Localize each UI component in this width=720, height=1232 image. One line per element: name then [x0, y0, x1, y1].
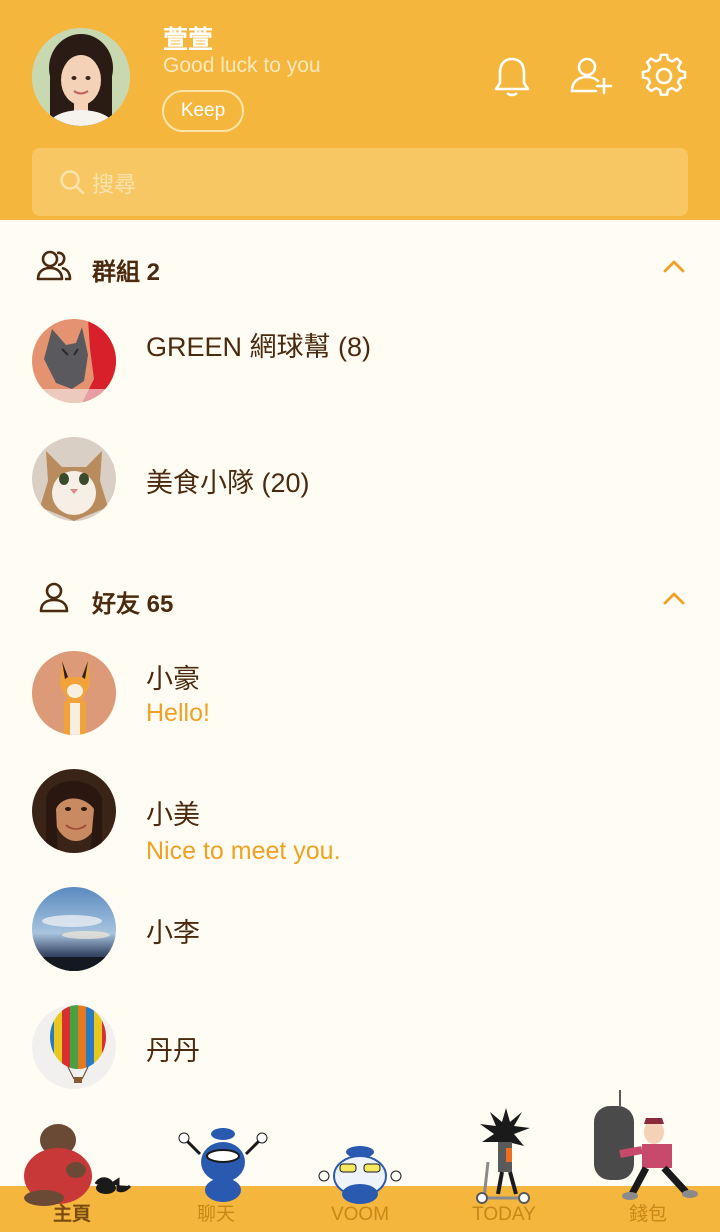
keep-button[interactable]: Keep [162, 90, 244, 132]
profile-avatar[interactable] [32, 28, 130, 126]
add-friend-icon[interactable] [568, 53, 614, 99]
profile-status-message[interactable]: Good luck to you [163, 54, 321, 78]
scooter-character-icon [472, 1106, 538, 1211]
group-avatar [32, 437, 116, 521]
friends-section-header[interactable]: 好友 65 [0, 569, 720, 629]
friend-icon [36, 581, 72, 615]
friend-avatar [32, 887, 116, 971]
profile-header: 萱萱 Good luck to you Keep 搜尋 [0, 0, 720, 220]
group-name: GREEN 網球幫 (8) [146, 332, 372, 362]
punching-bag-character-icon [590, 1088, 702, 1211]
profile-name: 萱萱 [163, 26, 214, 54]
search-placeholder: 搜尋 [92, 172, 137, 197]
friends-section-title: 好友 65 [92, 591, 174, 618]
chevron-up-icon[interactable] [660, 255, 688, 277]
friend-name: 小李 [146, 918, 200, 948]
friend-name: 小豪 [146, 664, 200, 694]
groups-section-header[interactable]: 群組 2 [0, 237, 720, 297]
group-list-item[interactable]: 美食小隊 (20) [0, 437, 720, 537]
friend-avatar [32, 769, 116, 853]
search-input[interactable]: 搜尋 [32, 148, 688, 216]
group-avatar [32, 319, 116, 403]
friend-list-item[interactable]: 小李 [0, 887, 720, 987]
friend-avatar [32, 651, 116, 735]
bell-icon[interactable] [489, 53, 535, 99]
cartoon-character-icon [178, 1124, 268, 1209]
group-name: 美食小隊 (20) [146, 468, 310, 498]
friend-status-message: Hello! [146, 699, 210, 727]
group-list-item[interactable]: GREEN 網球幫 (8) [0, 319, 720, 419]
groups-section-title: 群組 2 [92, 259, 161, 286]
group-icon [36, 249, 72, 283]
settings-icon[interactable] [641, 53, 687, 99]
friend-list-item[interactable]: 小美 Nice to meet you. [0, 769, 720, 869]
friend-name: 小美 [146, 800, 200, 830]
friend-name: 丹丹 [146, 1036, 200, 1066]
friend-status-message: Nice to meet you. [146, 837, 341, 865]
cartoon-character-icon [318, 1142, 402, 1211]
friend-avatar [32, 1005, 116, 1089]
chevron-up-icon[interactable] [660, 587, 688, 609]
bear-character-icon [14, 1120, 134, 1211]
friend-list-item[interactable]: 小豪 Hello! [0, 651, 720, 751]
search-icon [58, 168, 86, 196]
